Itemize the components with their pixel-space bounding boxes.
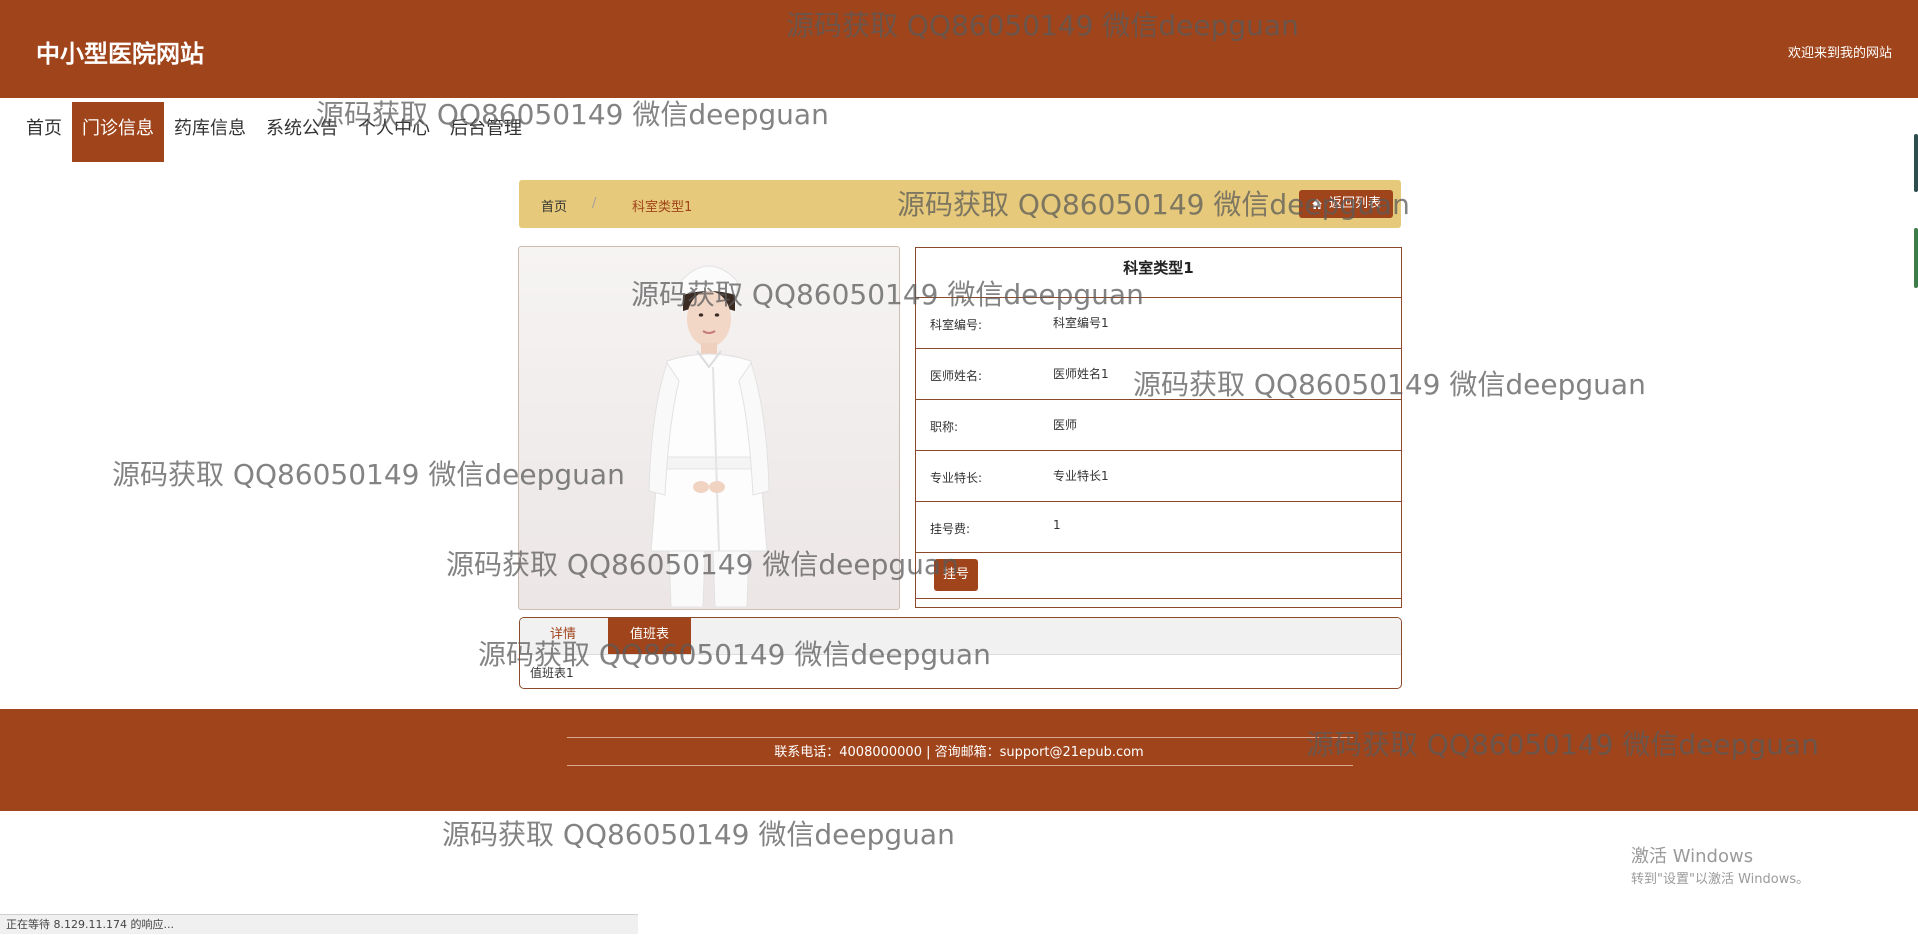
nav-item-announcements[interactable]: 系统公告: [256, 102, 348, 162]
doctor-image: [518, 246, 900, 610]
department-title: 科室类型1: [916, 248, 1401, 298]
site-title[interactable]: 中小型医院网站: [36, 34, 204, 69]
home-icon: [1311, 199, 1322, 209]
footer-divider-top: [567, 737, 1353, 738]
breadcrumb: 首页 / 科室类型1 返回列表: [519, 180, 1401, 228]
browser-status-bar: 正在等待 8.129.11.174 的响应...: [0, 914, 638, 934]
windows-activation-title: 激活 Windows: [1631, 846, 1754, 867]
scrollbar-thumb[interactable]: [1914, 228, 1918, 288]
main-nav: 首页 门诊信息 药库信息 系统公告 个人中心 后台管理: [16, 102, 532, 162]
nav-item-home[interactable]: 首页: [16, 102, 72, 162]
breadcrumb-current: 科室类型1: [632, 200, 693, 215]
scrollbar-thumb[interactable]: [1914, 134, 1918, 192]
breadcrumb-separator: /: [592, 196, 597, 211]
detail-tabs: 详情 值班表 值班表1: [519, 617, 1402, 689]
footer-divider-bottom: [567, 765, 1353, 766]
breadcrumb-home-link[interactable]: 首页: [541, 196, 567, 215]
tab-schedule[interactable]: 值班表: [608, 618, 692, 654]
nav-item-personal-center[interactable]: 个人中心: [348, 102, 440, 162]
detail-row-specialty: 专业特长: 专业特长1: [916, 451, 1401, 502]
tab-details[interactable]: 详情: [528, 618, 598, 654]
detail-label: 科室编号:: [930, 318, 983, 332]
detail-value: 专业特长1: [1053, 469, 1109, 483]
detail-value: 科室编号1: [1053, 316, 1109, 330]
detail-row-dept-no: 科室编号: 科室编号1: [916, 298, 1401, 349]
windows-activation-subtitle: 转到"设置"以激活 Windows。: [1631, 872, 1810, 887]
site-header: 中小型医院网站 欢迎来到我的网站: [0, 0, 1918, 98]
nav-item-admin[interactable]: 后台管理: [440, 102, 532, 162]
detail-label: 专业特长:: [930, 471, 983, 485]
detail-label: 挂号费:: [930, 522, 971, 536]
detail-row-doctor-name: 医师姓名: 医师姓名1: [916, 349, 1401, 400]
tab-strip: 详情 值班表: [520, 618, 1401, 655]
nav-item-pharmacy[interactable]: 药库信息: [164, 102, 256, 162]
nav-item-outpatient[interactable]: 门诊信息: [72, 102, 164, 162]
action-row: 挂号: [916, 553, 1401, 599]
watermark: 源码获取 QQ86050149 微信deepguan: [442, 818, 955, 851]
site-footer: 联系电话：4008000000 | 咨询邮箱：support@21epub.co…: [0, 709, 1918, 811]
detail-label: 职称:: [930, 420, 959, 434]
detail-value: 医师: [1053, 418, 1078, 432]
back-to-list-button[interactable]: 返回列表: [1298, 190, 1393, 218]
register-button[interactable]: 挂号: [934, 559, 978, 591]
doctor-detail-panel: 科室类型1 科室编号: 科室编号1 医师姓名: 医师姓名1 职称: 医师 专业特…: [915, 247, 1402, 608]
detail-value: 医师姓名1: [1053, 367, 1109, 381]
welcome-text: 欢迎来到我的网站: [1787, 46, 1892, 61]
detail-value: 1: [1053, 518, 1061, 532]
footer-contact: 联系电话：4008000000 | 咨询邮箱：support@21epub.co…: [774, 745, 1144, 760]
detail-label: 医师姓名:: [930, 369, 983, 383]
detail-row-fee: 挂号费: 1: [916, 502, 1401, 553]
nurse-illustration: [648, 265, 770, 607]
tab-content: 值班表1: [530, 666, 574, 680]
detail-row-title: 职称: 医师: [916, 400, 1401, 451]
back-to-list-label: 返回列表: [1328, 196, 1381, 211]
